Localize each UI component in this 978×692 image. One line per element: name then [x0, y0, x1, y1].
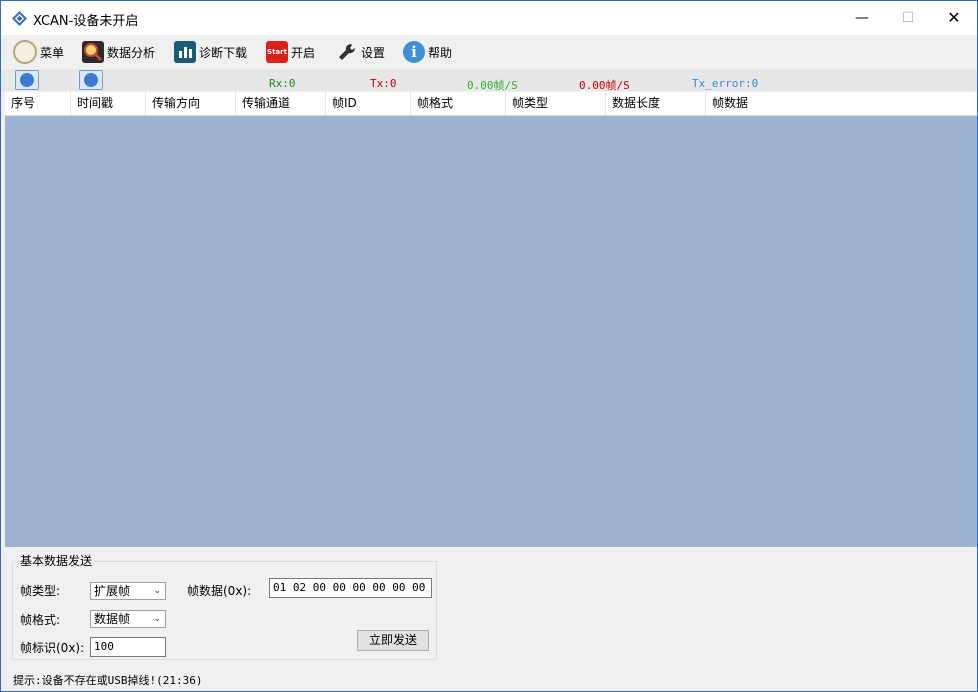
column-header-frame-type[interactable]: 帧类型 — [506, 92, 606, 115]
tx-count: Tx:0 — [370, 77, 397, 90]
frame-type-select[interactable]: 扩展帧 ⌄ — [90, 582, 166, 600]
column-header-timestamp[interactable]: 时间戳 — [71, 92, 146, 115]
help-button[interactable]: i 帮助 — [403, 39, 452, 65]
menu-button[interactable]: 菜单 — [13, 39, 64, 65]
column-header-frame-data[interactable]: 帧数据 — [706, 92, 977, 115]
frame-id-input[interactable]: 100 — [90, 637, 166, 657]
pause-button[interactable] — [15, 70, 39, 90]
column-header-direction[interactable]: 传输方向 — [146, 92, 236, 115]
data-analysis-button[interactable]: 数据分析 — [82, 39, 155, 65]
chevron-down-icon: ⌄ — [153, 614, 161, 624]
rx-count: Rx:0 — [269, 77, 296, 90]
start-icon: Start — [266, 41, 288, 63]
status-strip: Rx:0 Tx:0 0.00帧/S 0.00帧/S Tx_error:0 — [1, 69, 977, 92]
diagnose-download-button[interactable]: 诊断下载 — [174, 39, 247, 65]
settings-button[interactable]: 设置 — [336, 39, 385, 65]
maximize-button[interactable]: ☐ — [885, 1, 931, 35]
menu-label: 菜单 — [40, 45, 65, 60]
chevron-down-icon: ⌄ — [153, 586, 161, 596]
close-button[interactable]: ✕ — [931, 1, 977, 35]
column-header-data-length[interactable]: 数据长度 — [606, 92, 706, 115]
column-header-frame-format[interactable]: 帧格式 — [411, 92, 506, 115]
wrench-icon — [336, 41, 358, 63]
title-bar: XCAN-设备未开启 — ☐ ✕ — [1, 1, 977, 35]
tx-rate: 0.00帧/S — [579, 79, 630, 92]
diagnose-download-label: 诊断下载 — [199, 45, 248, 60]
message-table-body[interactable] — [5, 116, 977, 547]
frame-type-label: 帧类型: — [20, 584, 61, 598]
column-header-channel[interactable]: 传输通道 — [236, 92, 326, 115]
status-hint: 提示:设备不存在或USB掉线!(21:36) — [13, 674, 203, 687]
info-icon: i — [403, 41, 425, 63]
send-now-button[interactable]: 立即发送 — [357, 630, 429, 651]
basic-send-panel-title: 基本数据发送 — [18, 552, 95, 569]
frame-format-label: 帧格式: — [20, 613, 61, 627]
clear-icon — [84, 73, 98, 87]
diagnose-chart-icon — [174, 41, 196, 63]
frame-id-label: 帧标识(0x): — [20, 641, 85, 655]
column-header-frame-id[interactable]: 帧ID — [326, 92, 411, 115]
message-table-header: 序号 时间戳 传输方向 传输通道 帧ID 帧格式 帧类型 数据长度 帧数据 — [5, 92, 977, 116]
start-button[interactable]: Start 开启 — [266, 39, 315, 65]
frame-data-label: 帧数据(0x): — [187, 584, 252, 598]
frame-format-value: 数据帧 — [94, 612, 131, 626]
tx-error-count: Tx_error:0 — [692, 77, 759, 90]
data-analysis-label: 数据分析 — [107, 45, 156, 60]
frame-data-input[interactable]: 01 02 00 00 00 00 00 00 — [269, 578, 432, 598]
menu-icon — [13, 40, 37, 64]
app-logo-icon — [12, 11, 27, 26]
clear-button[interactable] — [79, 70, 103, 90]
start-label: 开启 — [291, 45, 316, 60]
app-window: XCAN-设备未开启 — ☐ ✕ 菜单 数据分析 诊断下载 Start 开启 设… — [0, 0, 978, 692]
window-title: XCAN-设备未开启 — [33, 14, 139, 29]
frame-format-select[interactable]: 数据帧 ⌄ — [90, 610, 166, 628]
minimize-button[interactable]: — — [839, 1, 885, 35]
column-header-index[interactable]: 序号 — [5, 92, 71, 115]
rx-rate: 0.00帧/S — [467, 79, 518, 92]
pause-icon — [20, 73, 34, 87]
settings-label: 设置 — [361, 45, 386, 60]
frame-type-value: 扩展帧 — [94, 584, 131, 598]
main-toolbar: 菜单 数据分析 诊断下载 Start 开启 设置 i 帮助 — [1, 35, 977, 69]
help-label: 帮助 — [428, 45, 453, 60]
analysis-magnifier-icon — [82, 41, 104, 63]
